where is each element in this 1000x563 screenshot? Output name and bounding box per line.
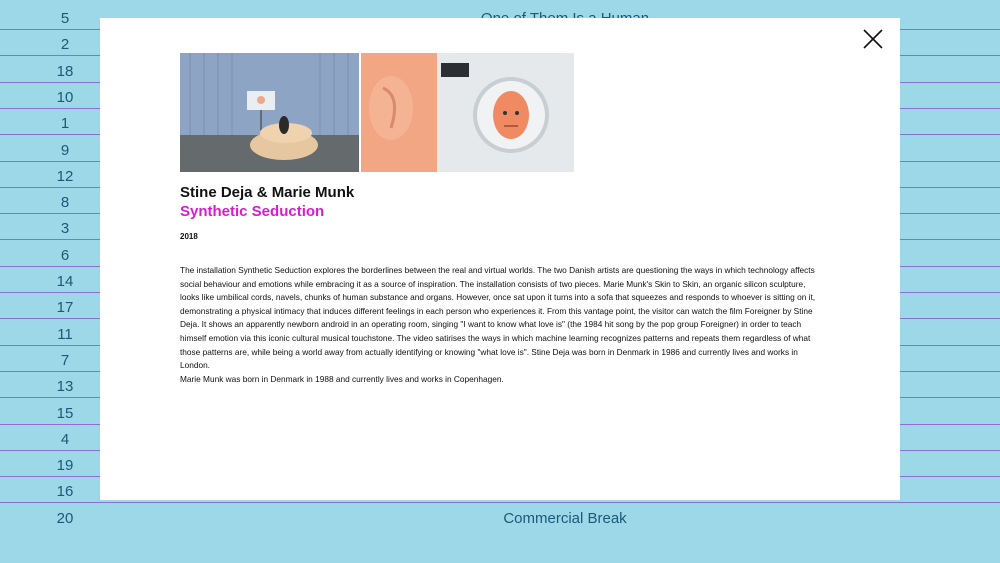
- description-paragraph: Marie Munk was born in Denmark in 1988 a…: [180, 373, 504, 384]
- artwork-images: [180, 53, 574, 172]
- artwork-modal: Stine Deja & Marie Munk Synthetic Seduct…: [100, 18, 900, 500]
- close-icon[interactable]: [860, 26, 886, 52]
- work-year: 2018: [180, 232, 198, 241]
- work-description: The installation Synthetic Seduction exp…: [180, 264, 820, 386]
- list-row-number: 20: [56, 509, 74, 527]
- installation-photo: [180, 53, 359, 172]
- list-row[interactable]: 20 Commercial Break: [0, 504, 1000, 530]
- artist-names: Stine Deja & Marie Munk: [180, 184, 355, 201]
- work-title: Synthetic Seduction: [180, 203, 325, 220]
- list-row-title[interactable]: Commercial Break: [130, 504, 1000, 530]
- close-button[interactable]: [860, 26, 886, 52]
- bottom-band: [0, 527, 1000, 563]
- film-still: [361, 53, 574, 172]
- description-paragraph: The installation Synthetic Seduction exp…: [180, 265, 816, 371]
